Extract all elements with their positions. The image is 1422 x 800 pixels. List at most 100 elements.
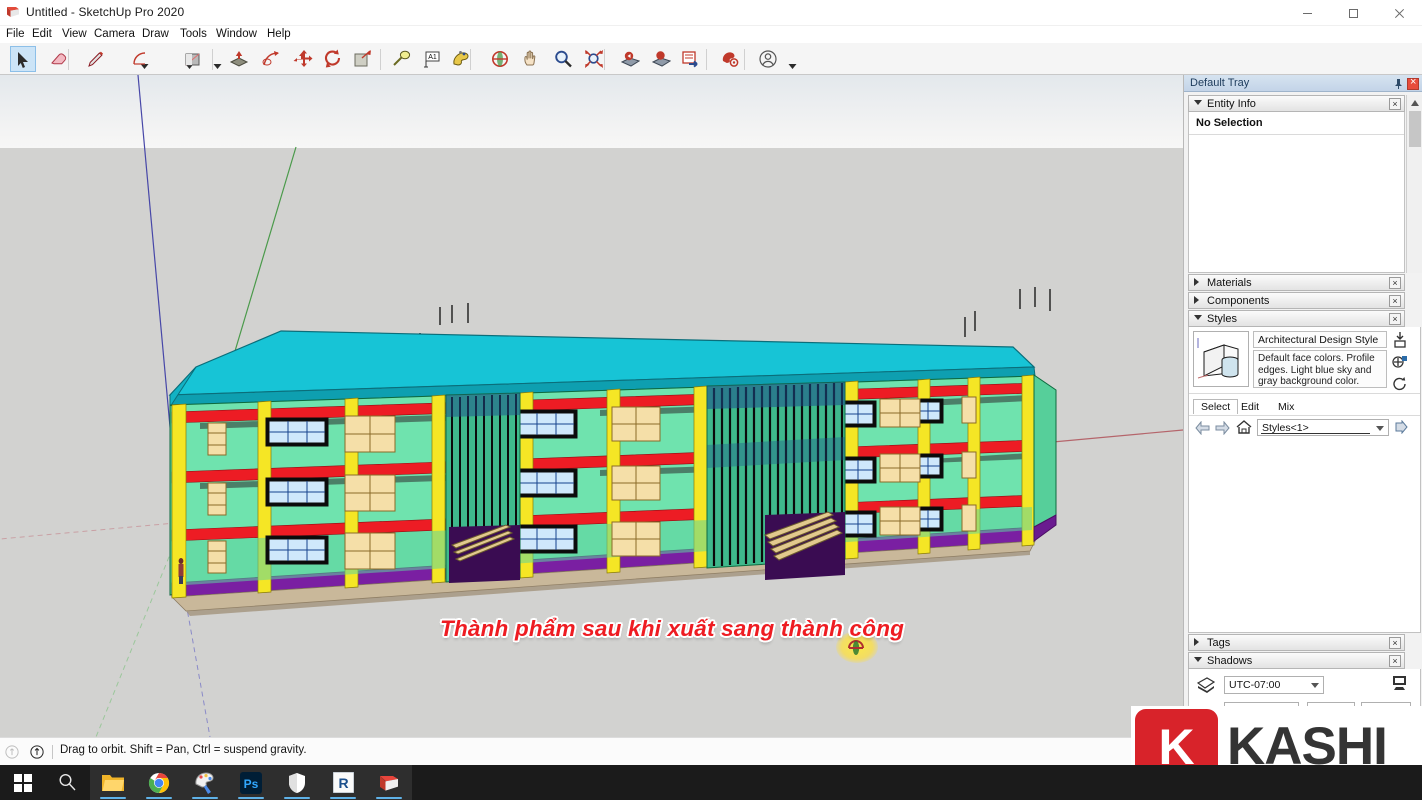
text-tool[interactable] (418, 46, 444, 72)
photoshop-button[interactable]: Ps (228, 765, 274, 800)
close-button[interactable] (1376, 0, 1422, 26)
pushpull-tool[interactable] (226, 46, 252, 72)
entity-info-body: No Selection (1188, 112, 1405, 273)
arrow-right-icon[interactable] (1215, 421, 1230, 435)
style-preview-icon[interactable] (1193, 331, 1249, 387)
section-plane[interactable] (678, 46, 704, 72)
scroll-up-icon[interactable] (1407, 95, 1422, 110)
section-shadows[interactable]: Shadows × (1188, 652, 1405, 669)
select-tool[interactable] (10, 46, 36, 72)
sketchup-button[interactable] (366, 765, 412, 800)
tape-measure-icon (391, 49, 411, 69)
extension-warehouse[interactable] (717, 46, 743, 72)
user-account-icon (758, 49, 778, 69)
hand-icon (522, 49, 542, 69)
close-icon-components[interactable]: × (1389, 295, 1401, 307)
home-icon[interactable] (1236, 419, 1252, 435)
status-message: Drag to orbit. Shift = Pan, Ctrl = suspe… (60, 744, 307, 756)
close-icon-tags[interactable]: × (1389, 637, 1401, 649)
section-tags[interactable]: Tags × (1188, 634, 1405, 651)
display-shadows-icon[interactable] (1392, 675, 1407, 692)
info-circle-icon[interactable] (5, 745, 19, 759)
menu-item-file[interactable]: File (6, 26, 25, 43)
next-view[interactable] (648, 46, 674, 72)
previous-view[interactable] (617, 46, 643, 72)
timezone-select[interactable]: UTC-07:00 (1224, 676, 1324, 694)
tutorial-caption: Thành phẩm sau khi xuất sang thành công (440, 616, 904, 642)
zoom-extents-icon (584, 49, 604, 69)
section-label-tags: Tags (1207, 637, 1230, 649)
file-explorer-button[interactable] (90, 765, 136, 800)
close-icon-entity-info[interactable]: × (1389, 98, 1401, 110)
tray-scrollbar[interactable] (1406, 95, 1422, 273)
followme-tool[interactable] (258, 46, 284, 72)
zoom-extents-tool[interactable] (581, 46, 607, 72)
close-icon-materials[interactable]: × (1389, 277, 1401, 289)
menu-item-tools[interactable]: Tools (180, 26, 207, 43)
paint-icon (193, 772, 217, 794)
section-styles[interactable]: Styles × (1188, 310, 1405, 327)
arrow-left-icon[interactable] (1195, 421, 1210, 435)
section-label-components: Components (1207, 295, 1269, 307)
move-tool[interactable] (290, 46, 316, 72)
eraser-tool[interactable] (46, 46, 72, 72)
maximize-button[interactable] (1330, 0, 1376, 26)
menu-item-camera[interactable]: Camera (94, 26, 135, 43)
chevron-down-icon[interactable] (788, 57, 797, 64)
tape-measure-tool[interactable] (388, 46, 414, 72)
style-collection-select[interactable]: Styles<1> (1257, 419, 1389, 436)
create-style-icon[interactable] (1392, 355, 1408, 370)
pencil-icon (85, 49, 105, 69)
search-button[interactable] (44, 765, 90, 800)
tab-select[interactable]: Select (1193, 399, 1238, 414)
paint-bucket-icon (451, 49, 471, 69)
save-style-icon[interactable] (1393, 332, 1407, 348)
section-label-entity-info: Entity Info (1207, 98, 1256, 110)
tab-edit[interactable]: Edit (1234, 400, 1266, 415)
menu-item-draw[interactable]: Draw (142, 26, 169, 43)
chevron-down-icon (1311, 683, 1319, 688)
security-button[interactable] (274, 765, 320, 800)
chevron-down-icon[interactable] (213, 57, 222, 64)
close-icon-styles[interactable]: × (1389, 313, 1401, 325)
scale-tool[interactable] (350, 46, 376, 72)
menu-item-view[interactable]: View (62, 26, 87, 43)
rectangle-tool[interactable] (180, 46, 206, 72)
arc-tool[interactable] (128, 46, 154, 72)
tab-mix[interactable]: Mix (1271, 400, 1301, 415)
account-menu[interactable] (755, 46, 781, 72)
update-style-icon[interactable] (1392, 377, 1407, 391)
tray-close-icon[interactable] (1407, 78, 1419, 90)
minimize-button[interactable] (1284, 0, 1330, 26)
start-button[interactable] (0, 765, 46, 800)
default-tray: Default Tray Entity Info × No Selection (1183, 75, 1422, 737)
chevron-right-icon (1194, 296, 1199, 304)
svg-text:R: R (338, 775, 348, 791)
scroll-thumb[interactable] (1409, 111, 1421, 147)
chrome-button[interactable] (136, 765, 182, 800)
menu-item-help[interactable]: Help (267, 26, 291, 43)
search-icon (58, 773, 77, 792)
info-circle-filled-icon[interactable] (30, 745, 44, 759)
pin-icon[interactable] (1394, 79, 1403, 89)
zoom-tool[interactable] (550, 46, 576, 72)
section-components[interactable]: Components × (1188, 292, 1405, 309)
menu-item-edit[interactable]: Edit (32, 26, 52, 43)
paint-bucket-tool[interactable] (448, 46, 474, 72)
orbit-tool[interactable] (487, 46, 513, 72)
line-tool[interactable] (82, 46, 108, 72)
section-materials[interactable]: Materials × (1188, 274, 1405, 291)
chrome-icon (148, 772, 170, 794)
style-name-field[interactable]: Architectural Design Style (1253, 331, 1387, 348)
section-entity-info[interactable]: Entity Info × (1188, 95, 1405, 112)
model-viewport[interactable]: Thành phẩm sau khi xuất sang thành công (0, 75, 1183, 737)
rotate-tool[interactable] (320, 46, 346, 72)
pan-tool[interactable] (519, 46, 545, 72)
right-end-wall (1034, 375, 1056, 541)
revit-button[interactable]: R (320, 765, 366, 800)
paint-button[interactable] (182, 765, 228, 800)
menu-item-window[interactable]: Window (216, 26, 257, 43)
close-icon-shadows[interactable]: × (1389, 655, 1401, 667)
shadow-toggle-icon[interactable] (1195, 675, 1217, 695)
details-arrow-icon[interactable] (1394, 420, 1408, 434)
